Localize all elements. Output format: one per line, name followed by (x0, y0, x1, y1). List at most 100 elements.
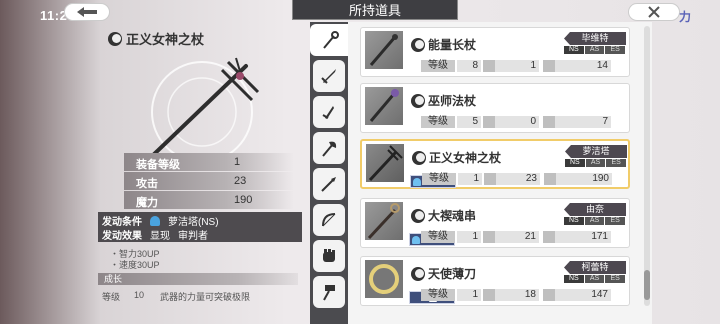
owner-badge: 萝洁塔 (565, 145, 627, 158)
attack-icon (483, 289, 495, 301)
close-button[interactable] (628, 3, 680, 21)
moon-element-icon (411, 37, 425, 52)
condition-label: 发动条件 (102, 217, 142, 228)
level-label: 等级 (421, 60, 455, 72)
stat-row-attack: 攻击 23 (124, 172, 294, 190)
fist-tab[interactable] (313, 240, 345, 272)
staff-icon (369, 34, 398, 66)
item-name: 正义女神之杖 (412, 149, 501, 166)
style-flags: NS AS ES (564, 217, 626, 225)
stat-value: 190 (234, 194, 253, 206)
growth-level-label: 等级 (102, 292, 121, 302)
scrollbar-track[interactable] (644, 26, 650, 306)
back-button[interactable] (64, 3, 110, 21)
item-detail-panel: 正义女神之杖 装备等级 1 攻击 23 魔力 190 发动条件 萝洁塔(NS) (98, 26, 304, 324)
item-metrics: 等级 8 1 14 (421, 60, 629, 72)
bow-tab[interactable] (313, 204, 345, 236)
item-name: 天使薄刀 (411, 265, 476, 282)
owner-badge: 柯蕾特 (564, 261, 626, 274)
owner-badge: 毕维特 (564, 32, 626, 45)
item-metrics: 等级 5 0 7 (421, 116, 629, 128)
spear-icon (321, 177, 336, 192)
close-icon (648, 6, 660, 18)
moon-element-icon (411, 93, 425, 108)
magic-icon (543, 116, 555, 128)
attack-icon (483, 116, 495, 128)
stat-label: 魔力 (136, 197, 158, 209)
as-flag: AS (585, 159, 606, 167)
style-flags: NS AS ES (565, 159, 627, 167)
list-item-selected[interactable]: Lv10 正义女神之杖 萝洁塔 NS AS ES 等级 1 23 190 (360, 139, 630, 189)
es-flag: ES (606, 159, 627, 167)
page-title: 所持道具 (292, 0, 458, 20)
as-flag: AS (584, 46, 605, 54)
bonus-item: ・速度30UP (110, 260, 160, 270)
ns-flag: NS (564, 217, 584, 225)
attack-value: 0 (495, 116, 539, 128)
dagger-tab[interactable] (313, 96, 345, 128)
stat-value: 23 (234, 175, 247, 187)
effect-label: 发动效果 (102, 231, 142, 242)
magic-value: 190 (556, 173, 612, 185)
attack-value: 23 (496, 173, 540, 185)
staff-tab[interactable] (310, 24, 350, 56)
item-metrics: 等级 1 23 190 (422, 173, 630, 185)
item-list: 能量长杖 毕维特 NS AS ES 等级 8 1 14 巫师法杖 等级 5 0 … (348, 22, 652, 324)
growth-level: 10 (134, 290, 145, 300)
axe-icon (322, 141, 337, 157)
magic-icon (543, 289, 555, 301)
stat-value: 1 (234, 156, 241, 168)
attack-icon (483, 60, 495, 72)
character-icon (412, 235, 420, 244)
axe-tab[interactable] (313, 132, 345, 164)
stat-label: 攻击 (136, 178, 158, 190)
item-name: 大禊魂串 (411, 207, 476, 224)
attack-icon (483, 231, 495, 243)
item-metrics: 等级 1 21 171 (421, 231, 629, 243)
magic-value: 171 (555, 231, 611, 243)
magic-value: 147 (555, 289, 611, 301)
item-metrics: 等级 1 18 147 (421, 289, 629, 301)
list-item[interactable]: 能量长杖 毕维特 NS AS ES 等级 8 1 14 (360, 27, 630, 77)
item-name-text: 大禊魂串 (428, 209, 477, 223)
staff-icon (323, 31, 339, 49)
scrollbar-thumb[interactable] (644, 270, 650, 300)
ns-flag: NS (565, 159, 585, 167)
character-icon (413, 177, 421, 186)
ns-flag: NS (564, 46, 584, 54)
level-label: 等级 (421, 289, 455, 301)
stat-row-level: 装备等级 1 (124, 153, 294, 171)
activation-effect-row: 发动效果 显现 审判者 (102, 228, 208, 242)
level-label: 等级 (421, 116, 455, 128)
item-detail-title: 正义女神之杖 (126, 32, 205, 47)
magic-icon (544, 173, 556, 185)
growth-header: 成长 (98, 273, 298, 285)
back-arrow-icon (77, 7, 97, 17)
condition-value: 萝洁塔(NS) (168, 217, 219, 228)
item-name: 巫师法杖 (411, 92, 476, 109)
as-flag: AS (584, 217, 605, 225)
effect-value: 显现 (150, 231, 170, 242)
list-item[interactable]: 巫师法杖 等级 5 0 7 (360, 83, 630, 133)
level-value: 8 (457, 60, 481, 72)
item-name: 能量长杖 (411, 36, 476, 53)
activation-box: 发动条件 萝洁塔(NS) 发动效果 显现 审判者 (98, 212, 302, 242)
ns-flag: NS (564, 275, 584, 283)
prayer-beads-icon (367, 203, 400, 240)
level-value: 1 (457, 231, 481, 243)
spear-tab[interactable] (313, 168, 345, 200)
item-thumbnail (365, 260, 403, 298)
list-item[interactable]: 天使薄刀 柯蕾特 NS AS ES 等级 1 18 147 (360, 256, 630, 306)
level-value: 1 (457, 289, 481, 301)
moon-element-icon (412, 150, 426, 165)
sword-tab[interactable] (313, 60, 345, 92)
dagger-icon (322, 106, 334, 119)
attack-value: 18 (495, 289, 539, 301)
level-value: 1 (458, 173, 482, 185)
brand-mark: 力 (678, 10, 691, 24)
as-flag: AS (584, 275, 605, 283)
moon-element-icon (411, 208, 425, 223)
hammer-tab[interactable] (313, 276, 345, 308)
list-item[interactable]: Lv9 大禊魂串 由奈 NS AS ES 等级 1 21 171 (360, 198, 630, 248)
activation-condition-row: 发动条件 萝洁塔(NS) (102, 214, 219, 228)
